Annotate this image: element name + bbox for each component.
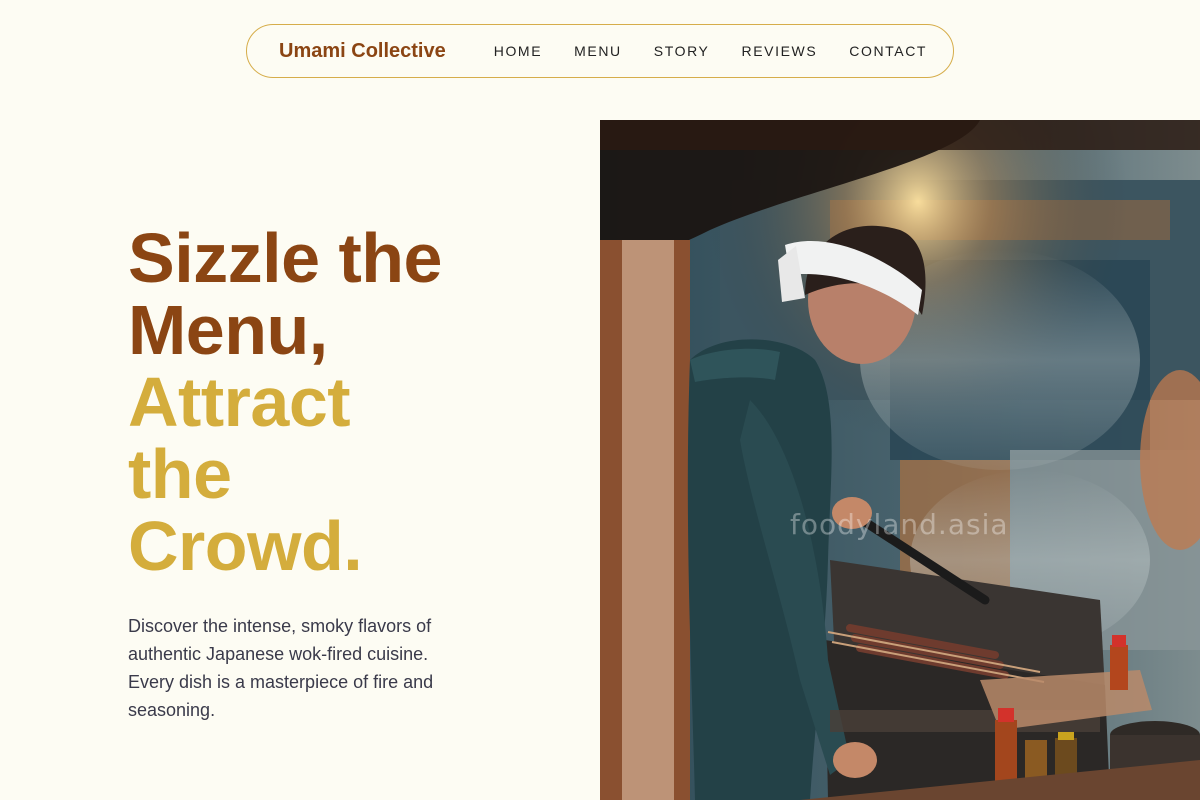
- brand-logo[interactable]: Umami Collective: [279, 40, 446, 63]
- hero-image-chef-grilling: foodyland.asia: [600, 120, 1200, 800]
- headline-line-1: Sizzle the: [128, 219, 442, 297]
- top-navigation: Umami Collective HOME MENU STORY REVIEWS…: [246, 24, 954, 78]
- nav-link-contact[interactable]: CONTACT: [849, 43, 927, 59]
- page: Umami Collective HOME MENU STORY REVIEWS…: [0, 0, 1200, 800]
- hero-headline: Sizzle the Menu, Attract the Crowd.: [128, 222, 508, 582]
- headline-line-3: Attract: [128, 363, 351, 441]
- headline-line-2: Menu,: [128, 291, 328, 369]
- headline-line-4: the: [128, 435, 232, 513]
- nav-link-story[interactable]: STORY: [654, 43, 710, 59]
- image-watermark: foodyland.asia: [790, 508, 1009, 541]
- hero-section: Sizzle the Menu, Attract the Crowd. Disc…: [128, 222, 508, 724]
- headline-line-5: Crowd.: [128, 507, 363, 585]
- nav-link-home[interactable]: HOME: [494, 43, 542, 59]
- nav-link-reviews[interactable]: REVIEWS: [742, 43, 818, 59]
- nav-links: HOME MENU STORY REVIEWS CONTACT: [494, 43, 927, 59]
- chef-grill-illustration: [600, 120, 1200, 800]
- hero-description: Discover the intense, smoky flavors of a…: [128, 616, 434, 720]
- nav-link-menu[interactable]: MENU: [574, 43, 622, 59]
